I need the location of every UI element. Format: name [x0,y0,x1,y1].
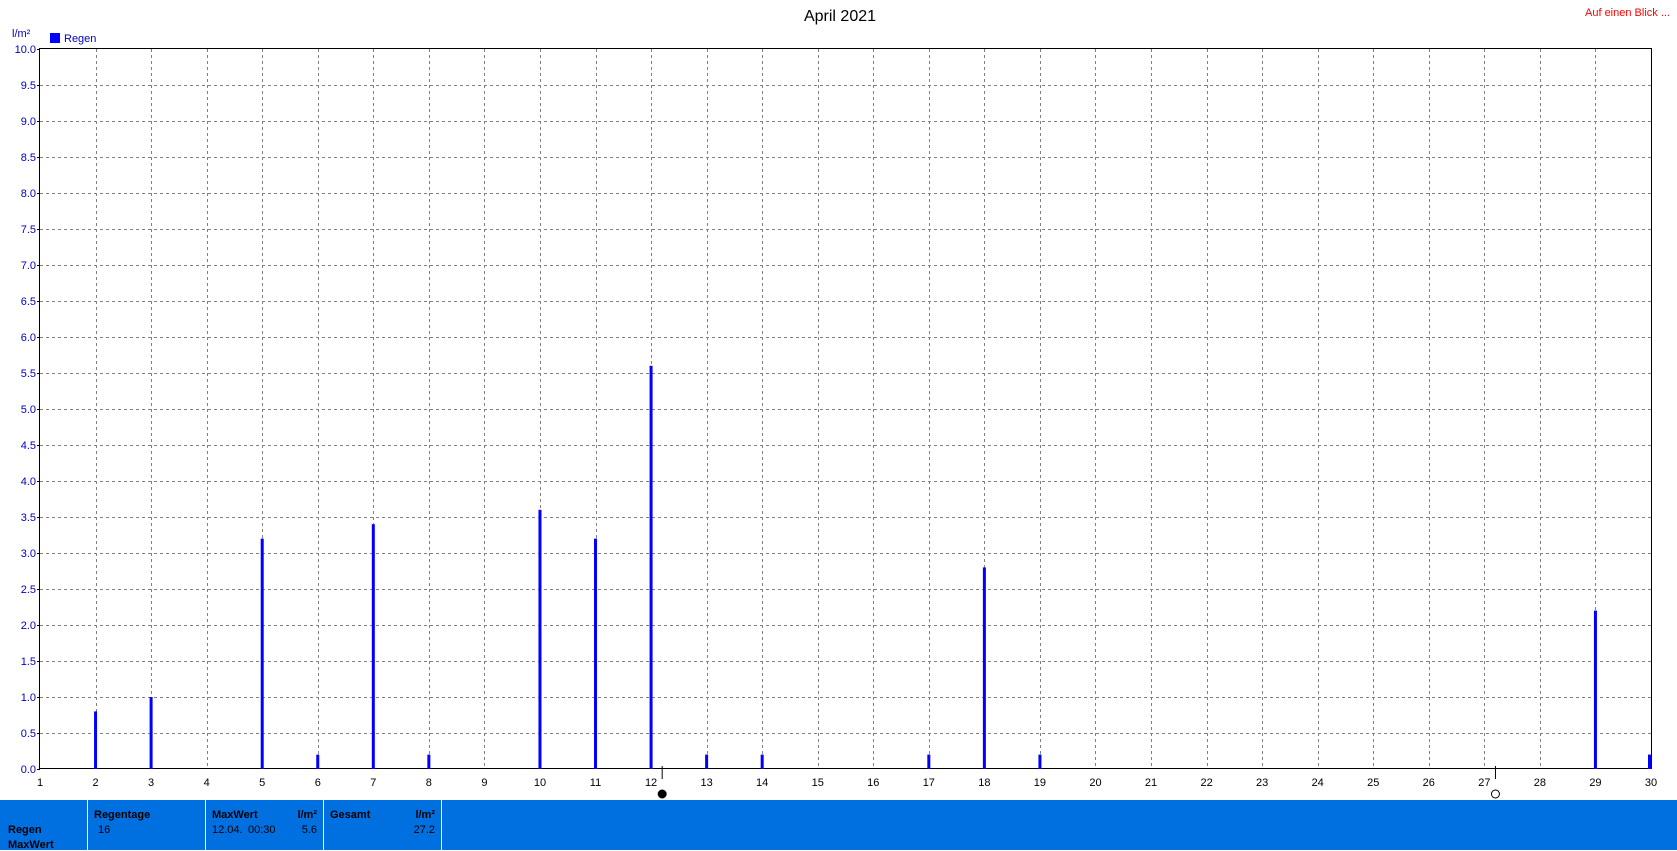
x-tick-label: 22 [1200,777,1212,789]
stats-gesamt: Gesamt l/m² 27.2 [324,800,442,850]
full-moon-icon [1490,789,1500,799]
y-tick-label: 3.0 [21,548,36,560]
x-tick-label: 18 [978,777,990,789]
y-tick-label: 8.5 [21,152,36,164]
row-label-maxwert: MaxWert [8,839,54,851]
overview-link[interactable]: Auf einen Blick ... [1585,7,1670,19]
x-tick-label: 2 [92,777,98,789]
maxwert-header: MaxWert [212,809,258,821]
x-tick-label: 25 [1367,777,1379,789]
rain-bar [1648,754,1651,769]
legend-swatch [50,33,60,43]
stats-maxwert: MaxWert l/m² 12.04. 00:30 5.6 [206,800,324,850]
maxwert-value: 5.6 [301,824,317,836]
x-tick-label: 20 [1089,777,1101,789]
x-tick-label: 6 [315,777,321,789]
maxwert-time: 00:30 [248,824,276,836]
row-label-regen: Regen [8,824,42,836]
y-tick-label: 6.5 [21,296,36,308]
legend-label: Regen [64,33,96,45]
rain-bar [149,697,153,769]
grid-lines [40,49,1651,769]
stats-row-labels: Regen MaxWert [0,800,88,851]
x-tick-label: 7 [370,777,376,789]
gesamt-unit: l/m² [415,809,435,821]
rain-bar [260,538,264,769]
y-tick-label: 2.0 [21,620,36,632]
x-tick-label: 23 [1256,777,1268,789]
y-tick-label: 6.0 [21,332,36,344]
new-moon-icon [657,789,667,799]
maxwert-date: 12.04. [212,824,243,836]
x-tick-label: 27 [1478,777,1490,789]
x-tick-label: 15 [812,777,824,789]
x-tick-label: 4 [204,777,210,789]
x-tick-label: 29 [1589,777,1601,789]
chart-title: April 2021 [804,8,876,25]
x-tick-label: 10 [534,777,546,789]
rain-bar [316,754,320,769]
x-tick-label: 16 [867,777,879,789]
rain-bar [982,567,986,769]
rain-bar [1593,610,1597,769]
rain-bar [760,754,764,769]
x-tick-label: 9 [481,777,487,789]
regentage-header: Regentage [94,809,151,821]
y-tick-label: 5.0 [21,404,36,416]
x-tick-label: 11 [590,777,601,789]
x-tick-label: 14 [756,777,768,789]
y-axis-unit: l/m² [12,28,31,40]
rain-chart: April 2021 Auf einen Blick ... l/m² Rege… [12,7,1670,799]
y-tick-label: 1.5 [21,656,36,668]
rain-bar [427,754,431,769]
x-tick-label: 21 [1145,777,1157,789]
rain-bar [927,754,931,769]
y-tick-label: 1.0 [21,692,36,704]
x-tick-label: 19 [1034,777,1046,789]
y-tick-label: 9.5 [21,80,36,92]
x-tick-label: 26 [1423,777,1435,789]
rain-bar [1038,754,1042,769]
stats-regentage: Regentage 16 [88,800,206,850]
x-tick-label: 24 [1312,777,1324,789]
x-tick-label: 1 [37,777,43,789]
x-tick-label: 8 [426,777,432,789]
y-tick-label: 4.5 [21,440,36,452]
y-tick-label: 10.0 [15,44,36,56]
y-tick-label: 4.0 [21,476,36,488]
y-tick-label: 3.5 [21,512,36,524]
rain-bar [94,711,98,769]
rain-bar [649,365,653,769]
gesamt-value: 27.2 [413,824,435,836]
rain-bar [371,524,375,769]
y-tick-label: 7.5 [21,224,36,236]
x-tick-labels: 1 2 3 4 5 6 7 8 9 10 11 12 13 14 15 16 17 18 19 20 21 22 23 24 2… [37,777,1657,789]
x-tick-label: 5 [259,777,265,789]
x-tick-label: 13 [700,777,712,789]
y-tick-label: 0.5 [21,728,36,740]
rain-bar [538,509,542,769]
stats-panel: Regen MaxWert Regentage 16 MaxWert l/m² … [0,800,1677,851]
x-tick-label: 28 [1534,777,1546,789]
regentage-value: 16 [98,824,111,836]
y-tick-labels: 0.0 0.5 1.0 1.5 2.0 2.5 3.0 3.5 4.0 4.5 5.0 5.5 6.0 6… [15,44,40,776]
rain-bar [705,754,709,769]
rain-bar [594,538,598,769]
y-tick-label: 2.5 [21,584,36,596]
y-tick-label: 7.0 [21,260,36,272]
x-tick-label: 12 [645,777,657,789]
x-tick-label: 30 [1645,777,1657,789]
x-tick-label: 17 [923,777,935,789]
y-tick-label: 9.0 [21,116,36,128]
gesamt-header: Gesamt [330,809,371,821]
y-tick-label: 0.0 [21,764,36,776]
x-tick-label: 3 [148,777,154,789]
y-tick-label: 5.5 [21,368,36,380]
y-tick-label: 8.0 [21,188,36,200]
maxwert-unit: l/m² [297,809,317,821]
plot-area [39,48,1652,769]
